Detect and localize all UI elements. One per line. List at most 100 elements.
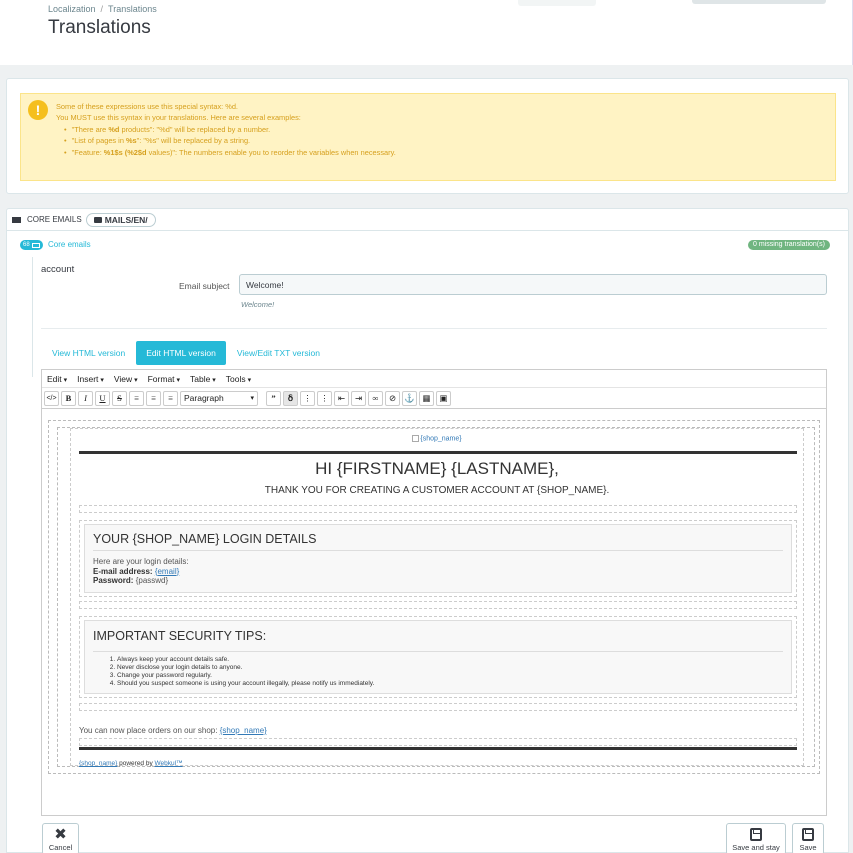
bullet-list-icon[interactable]: ⋮ [300, 390, 315, 406]
header-toolbar-button[interactable] [692, 0, 826, 4]
divider [79, 747, 797, 750]
bold-button[interactable]: B [61, 390, 76, 406]
save-and-stay-button[interactable]: Save and stay [726, 823, 786, 853]
warning-icon: ! [28, 100, 48, 120]
warning-panel: ! Some of these expressions use this spe… [6, 78, 849, 194]
divider [93, 651, 783, 652]
menu-edit[interactable]: Edit [47, 374, 67, 384]
security-tips-block: IMPORTANT SECURITY TIPS: Always keep you… [79, 616, 797, 698]
folder-pill[interactable]: MAILS/EN/ [85, 212, 156, 227]
email-link[interactable]: {email} [155, 567, 179, 576]
folder-icon [93, 216, 102, 223]
spacer-row [79, 703, 797, 711]
group-title: account [41, 264, 75, 275]
divider [79, 451, 797, 454]
shop-link[interactable]: {shop_name} [220, 726, 267, 735]
broken-image-icon [412, 435, 420, 442]
core-emails-count-badge: 68 [20, 240, 43, 250]
email-footer: {shop_name} powered by Webkul™ [79, 760, 183, 767]
core-emails-crumb[interactable]: CORE EMAILS [27, 215, 82, 224]
place-orders-text: You can now place orders on our shop: {s… [79, 726, 267, 735]
login-details: Here are your login details: E-mail addr… [93, 557, 189, 585]
missing-translations-badge: 0 missing translation(s) [748, 240, 830, 250]
unlink-icon[interactable]: ⊘ [385, 390, 400, 406]
indent-icon[interactable]: ⇥ [351, 390, 366, 406]
html-editor: Edit Insert View Format Table Tools </> … [41, 369, 827, 816]
editor-content-area[interactable]: {shop_name} HI {FIRSTNAME} {LASTNAME}, T… [48, 420, 820, 774]
tab-view-html[interactable]: View HTML version [43, 341, 134, 365]
strikethrough-button[interactable]: S [112, 390, 127, 406]
header-toolbar-button[interactable] [518, 0, 596, 6]
editor-menubar: Edit Insert View Format Table Tools [42, 370, 826, 388]
spacer-row [79, 505, 797, 513]
breadcrumb-separator: / [100, 4, 104, 14]
core-emails-link[interactable]: Core emails [48, 240, 91, 249]
spacer-row [79, 601, 797, 609]
save-icon [802, 828, 814, 841]
security-tips-list: Always keep your account details safe. N… [105, 656, 374, 688]
image-icon[interactable]: ▣ [436, 390, 451, 406]
clear-format-icon[interactable]: ẟ [283, 390, 298, 406]
email-body-table: {shop_name} HI {FIRSTNAME} {LASTNAME}, T… [70, 428, 804, 767]
envelope-icon [12, 216, 21, 223]
outdent-icon[interactable]: ⇤ [334, 390, 349, 406]
spacer-row [79, 738, 797, 746]
login-details-title: YOUR {SHOP_NAME} LOGIN DETAILS [93, 532, 317, 546]
syntax-warning-alert: ! Some of these expressions use this spe… [20, 93, 836, 181]
menu-format[interactable]: Format [148, 374, 180, 384]
page-header: Localization / Translations Translations [0, 0, 853, 65]
tab-edit-txt[interactable]: View/Edit TXT version [228, 341, 329, 365]
editor-toolbar: </> B I U S ≡ ≡ ≡ Paragraph ” ẟ ⋮ ⋮ ⇤ ⇥ … [42, 388, 826, 409]
menu-insert[interactable]: Insert [77, 374, 104, 384]
email-template: {shop_name} HI {FIRSTNAME} {LASTNAME}, T… [57, 427, 815, 767]
format-select[interactable]: Paragraph [180, 390, 258, 406]
divider [7, 230, 848, 231]
breadcrumb-translations[interactable]: Translations [108, 4, 157, 14]
close-icon: ✖ [54, 826, 67, 843]
divider [41, 328, 827, 329]
breadcrumb: Localization / Translations [48, 4, 157, 14]
list-item: Should you suspect someone is using your… [117, 680, 374, 688]
save-button[interactable]: Save [792, 823, 824, 853]
login-details-block: YOUR {SHOP_NAME} LOGIN DETAILS Here are … [79, 520, 797, 597]
underline-button[interactable]: U [95, 390, 110, 406]
vendor-link[interactable]: Webkul™ [155, 760, 183, 767]
link-icon[interactable]: ∞ [368, 390, 383, 406]
alert-text: Some of these expressions use this speci… [56, 101, 826, 158]
email-subject-input[interactable] [239, 274, 827, 295]
align-right-icon[interactable]: ≡ [163, 390, 178, 406]
cancel-button[interactable]: ✖ Cancel [42, 823, 79, 853]
footer-shop-link[interactable]: {shop_name} [79, 760, 117, 767]
italic-button[interactable]: I [78, 390, 93, 406]
tab-edit-html[interactable]: Edit HTML version [136, 341, 226, 365]
translation-panel: CORE EMAILS MAILS/EN/ 68 Core emails 0 m… [6, 208, 849, 853]
menu-view[interactable]: View [114, 374, 138, 384]
list-item: Always keep your account details safe. [117, 656, 374, 664]
version-tabs: View HTML version Edit HTML version View… [43, 341, 329, 365]
envelope-icon [31, 242, 40, 248]
security-tips-title: IMPORTANT SECURITY TIPS: [93, 629, 267, 643]
source-code-button[interactable]: </> [44, 390, 59, 406]
list-item: Never disclose your login details to any… [117, 664, 374, 672]
breadcrumb-localization[interactable]: Localization [48, 4, 96, 14]
alert-line: Some of these expressions use this speci… [56, 102, 238, 111]
list-item: Change your password regularly. [117, 672, 374, 680]
thanks-text: THANK YOU FOR CREATING A CUSTOMER ACCOUN… [264, 485, 610, 496]
media-icon[interactable]: ▦ [419, 390, 434, 406]
alert-line: You MUST use this syntax in your transla… [56, 113, 301, 123]
alert-example: "There are %d products": "%d" will be re… [72, 124, 826, 135]
alert-examples: "There are %d products": "%d" will be re… [72, 124, 826, 158]
align-center-icon[interactable]: ≡ [146, 390, 161, 406]
anchor-icon[interactable]: ⚓ [402, 390, 417, 406]
align-left-icon[interactable]: ≡ [129, 390, 144, 406]
save-icon [750, 828, 762, 841]
folder-path: MAILS/EN/ [104, 214, 148, 225]
menu-table[interactable]: Table [190, 374, 216, 384]
menu-tools[interactable]: Tools [226, 374, 251, 384]
blockquote-icon[interactable]: ” [266, 390, 281, 406]
numbered-list-icon[interactable]: ⋮ [317, 390, 332, 406]
alert-example: "List of pages in %s": "%s" will be repl… [72, 135, 826, 146]
panel-breadcrumb: CORE EMAILS MAILS/EN/ [12, 211, 156, 228]
divider [93, 550, 783, 551]
email-subject-hint: Welcome! [241, 300, 275, 309]
